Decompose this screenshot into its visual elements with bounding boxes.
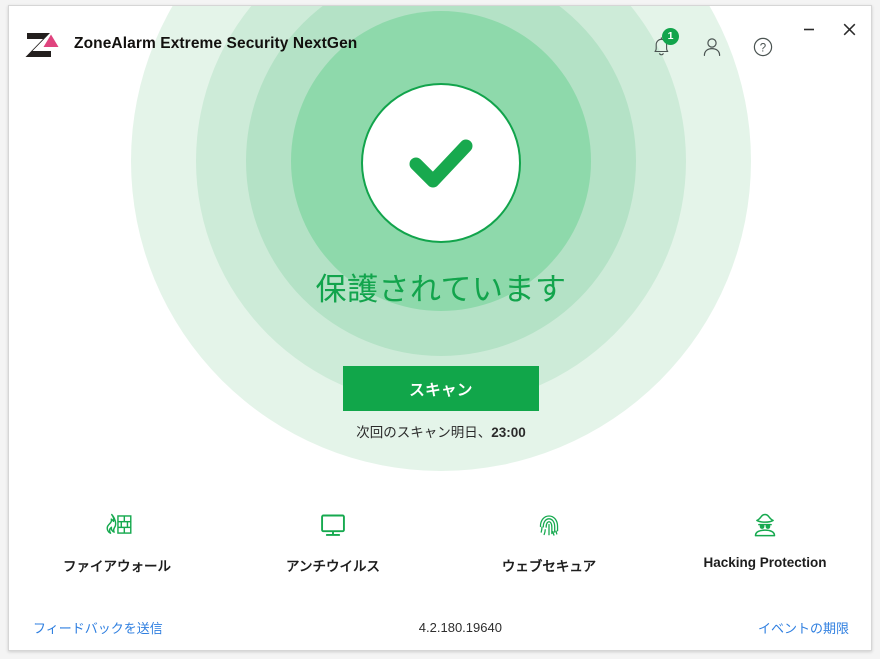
monitor-icon <box>321 514 345 536</box>
application-window: ZoneAlarm Extreme Security NextGen 1 ? 保… <box>8 5 872 651</box>
notification-badge: 1 <box>662 28 679 45</box>
notifications-button[interactable]: 1 <box>647 28 679 61</box>
status-shield <box>361 83 521 243</box>
next-scan-info: 次回のスキャン明日、23:00 <box>9 421 871 441</box>
feature-label: ウェブセキュア <box>501 559 597 574</box>
firewall-icon <box>106 513 132 534</box>
feature-firewall[interactable]: ファイアウォール <box>9 506 225 575</box>
window-controls <box>794 16 864 42</box>
svg-text:?: ? <box>760 42 766 54</box>
title-bar: ZoneAlarm Extreme Security NextGen 1 ? <box>9 6 871 78</box>
next-scan-prefix: 次回のスキャン明日、 <box>356 425 492 440</box>
brand-block: ZoneAlarm Extreme Security NextGen <box>9 6 357 59</box>
question-mark-icon: ? <box>753 37 773 57</box>
page-title: ZoneAlarm Extreme Security NextGen <box>74 35 358 52</box>
feature-label: アンチウイルス <box>286 559 380 574</box>
account-button[interactable] <box>698 33 726 61</box>
feature-web-secure[interactable]: ウェブセキュア <box>441 506 657 575</box>
person-icon <box>703 38 721 56</box>
feature-antivirus[interactable]: アンチウイルス <box>225 506 441 575</box>
next-scan-time: 23:00 <box>491 425 526 440</box>
footer-bar: フィードバックを送信 4.2.180.19640 イベントの期限 <box>9 604 871 650</box>
help-button[interactable]: ? <box>749 33 777 61</box>
feature-hacking-protection[interactable]: Hacking Protection <box>657 506 871 575</box>
header-actions: 1 ? <box>647 28 777 61</box>
status-message: 保護されています <box>315 272 567 307</box>
checkmark-icon <box>409 139 473 188</box>
send-feedback-link[interactable]: フィードバックを送信 <box>33 618 163 637</box>
minimize-icon <box>804 28 814 31</box>
spy-icon <box>754 513 776 537</box>
close-icon <box>843 23 855 35</box>
version-label: 4.2.180.19640 <box>418 619 502 635</box>
fingerprint-icon <box>539 515 559 536</box>
feature-label: Hacking Protection <box>703 555 827 570</box>
event-expiry-link[interactable]: イベントの期限 <box>758 618 849 637</box>
close-button[interactable] <box>834 16 864 42</box>
scan-button[interactable]: スキャン <box>343 366 539 411</box>
feature-row: ファイアウォール アンチウイルス ウェブセキュア Hacking Protect… <box>9 506 871 575</box>
feature-label: ファイアウォール <box>63 559 171 574</box>
zonealarm-z-logo-icon <box>25 33 59 57</box>
minimize-button[interactable] <box>794 16 824 42</box>
